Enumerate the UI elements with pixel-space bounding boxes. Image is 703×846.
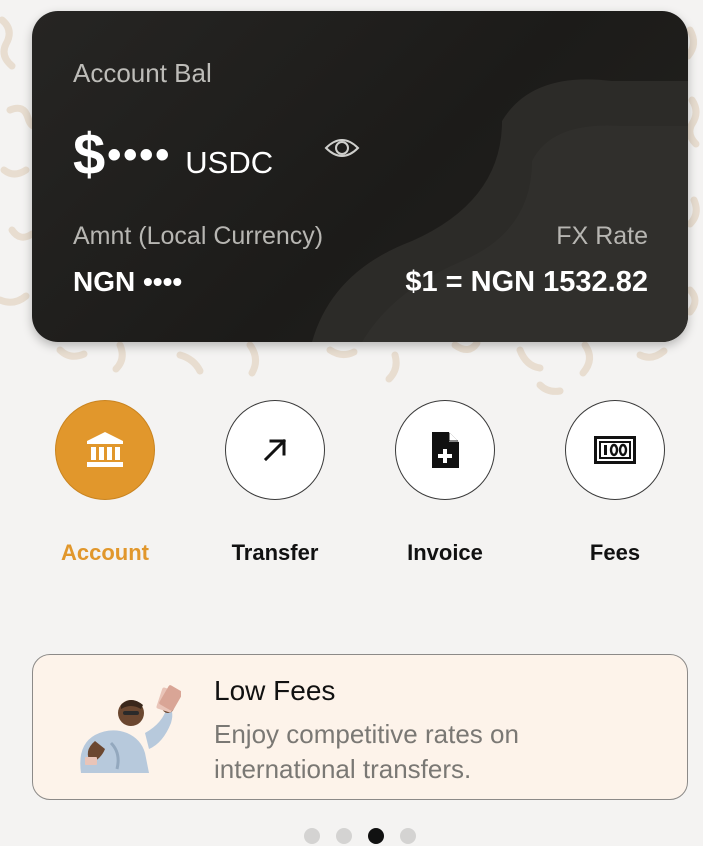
fx-rate-label: FX Rate <box>556 222 648 250</box>
promo-banner[interactable]: Low Fees Enjoy competitive rates on inte… <box>32 654 688 800</box>
fees-action-circle[interactable] <box>565 400 665 500</box>
balance-currency-code: USDC <box>185 145 274 180</box>
arrow-up-right-icon <box>263 438 287 462</box>
promo-description: Enjoy competitive rates on international… <box>214 719 519 784</box>
pager-dot-active[interactable] <box>368 828 384 844</box>
promo-title: Low Fees <box>214 675 336 706</box>
transfer-action-label: Transfer <box>231 540 319 565</box>
eye-icon[interactable] <box>324 134 360 162</box>
balance-currency-symbol: $ <box>73 122 106 187</box>
local-currency-label: Amnt (Local Currency) <box>73 222 324 250</box>
carousel-pagination <box>0 828 703 846</box>
balance-amount: $ •••• USDC <box>73 123 273 187</box>
invoice-action-label: Invoice <box>407 540 483 565</box>
balance-card: Account Bal $ •••• USDC Amnt (Local Curr… <box>32 11 688 342</box>
pager-dot[interactable] <box>400 828 416 844</box>
fees-action-label: Fees <box>589 540 641 565</box>
add-document-icon <box>432 432 459 468</box>
account-action-label: Account <box>61 540 149 565</box>
local-currency-value: NGN •••• <box>73 266 183 297</box>
invoice-action-circle[interactable] <box>395 400 495 500</box>
balance-masked-value: •••• <box>107 133 172 177</box>
quick-actions: Account Transfer Invoice Fees <box>0 400 703 580</box>
pager-dot[interactable] <box>336 828 352 844</box>
account-action-circle[interactable] <box>55 400 155 500</box>
invoice-action-button[interactable]: Invoice <box>375 400 515 566</box>
transfer-action-button[interactable]: Transfer <box>205 400 345 566</box>
promo-illustration <box>80 685 181 773</box>
fees-action-button[interactable]: Fees <box>545 400 685 566</box>
transfer-action-circle[interactable] <box>225 400 325 500</box>
bank-icon <box>87 432 123 467</box>
banknote-icon <box>594 436 636 464</box>
balance-card-title: Account Bal <box>73 58 212 88</box>
account-action-button[interactable]: Account <box>35 400 175 566</box>
pager-dot[interactable] <box>304 828 320 844</box>
fx-rate-value: $1 = NGN 1532.82 <box>405 266 648 298</box>
home-screen: Account Bal $ •••• USDC Amnt (Local Curr… <box>0 0 703 846</box>
